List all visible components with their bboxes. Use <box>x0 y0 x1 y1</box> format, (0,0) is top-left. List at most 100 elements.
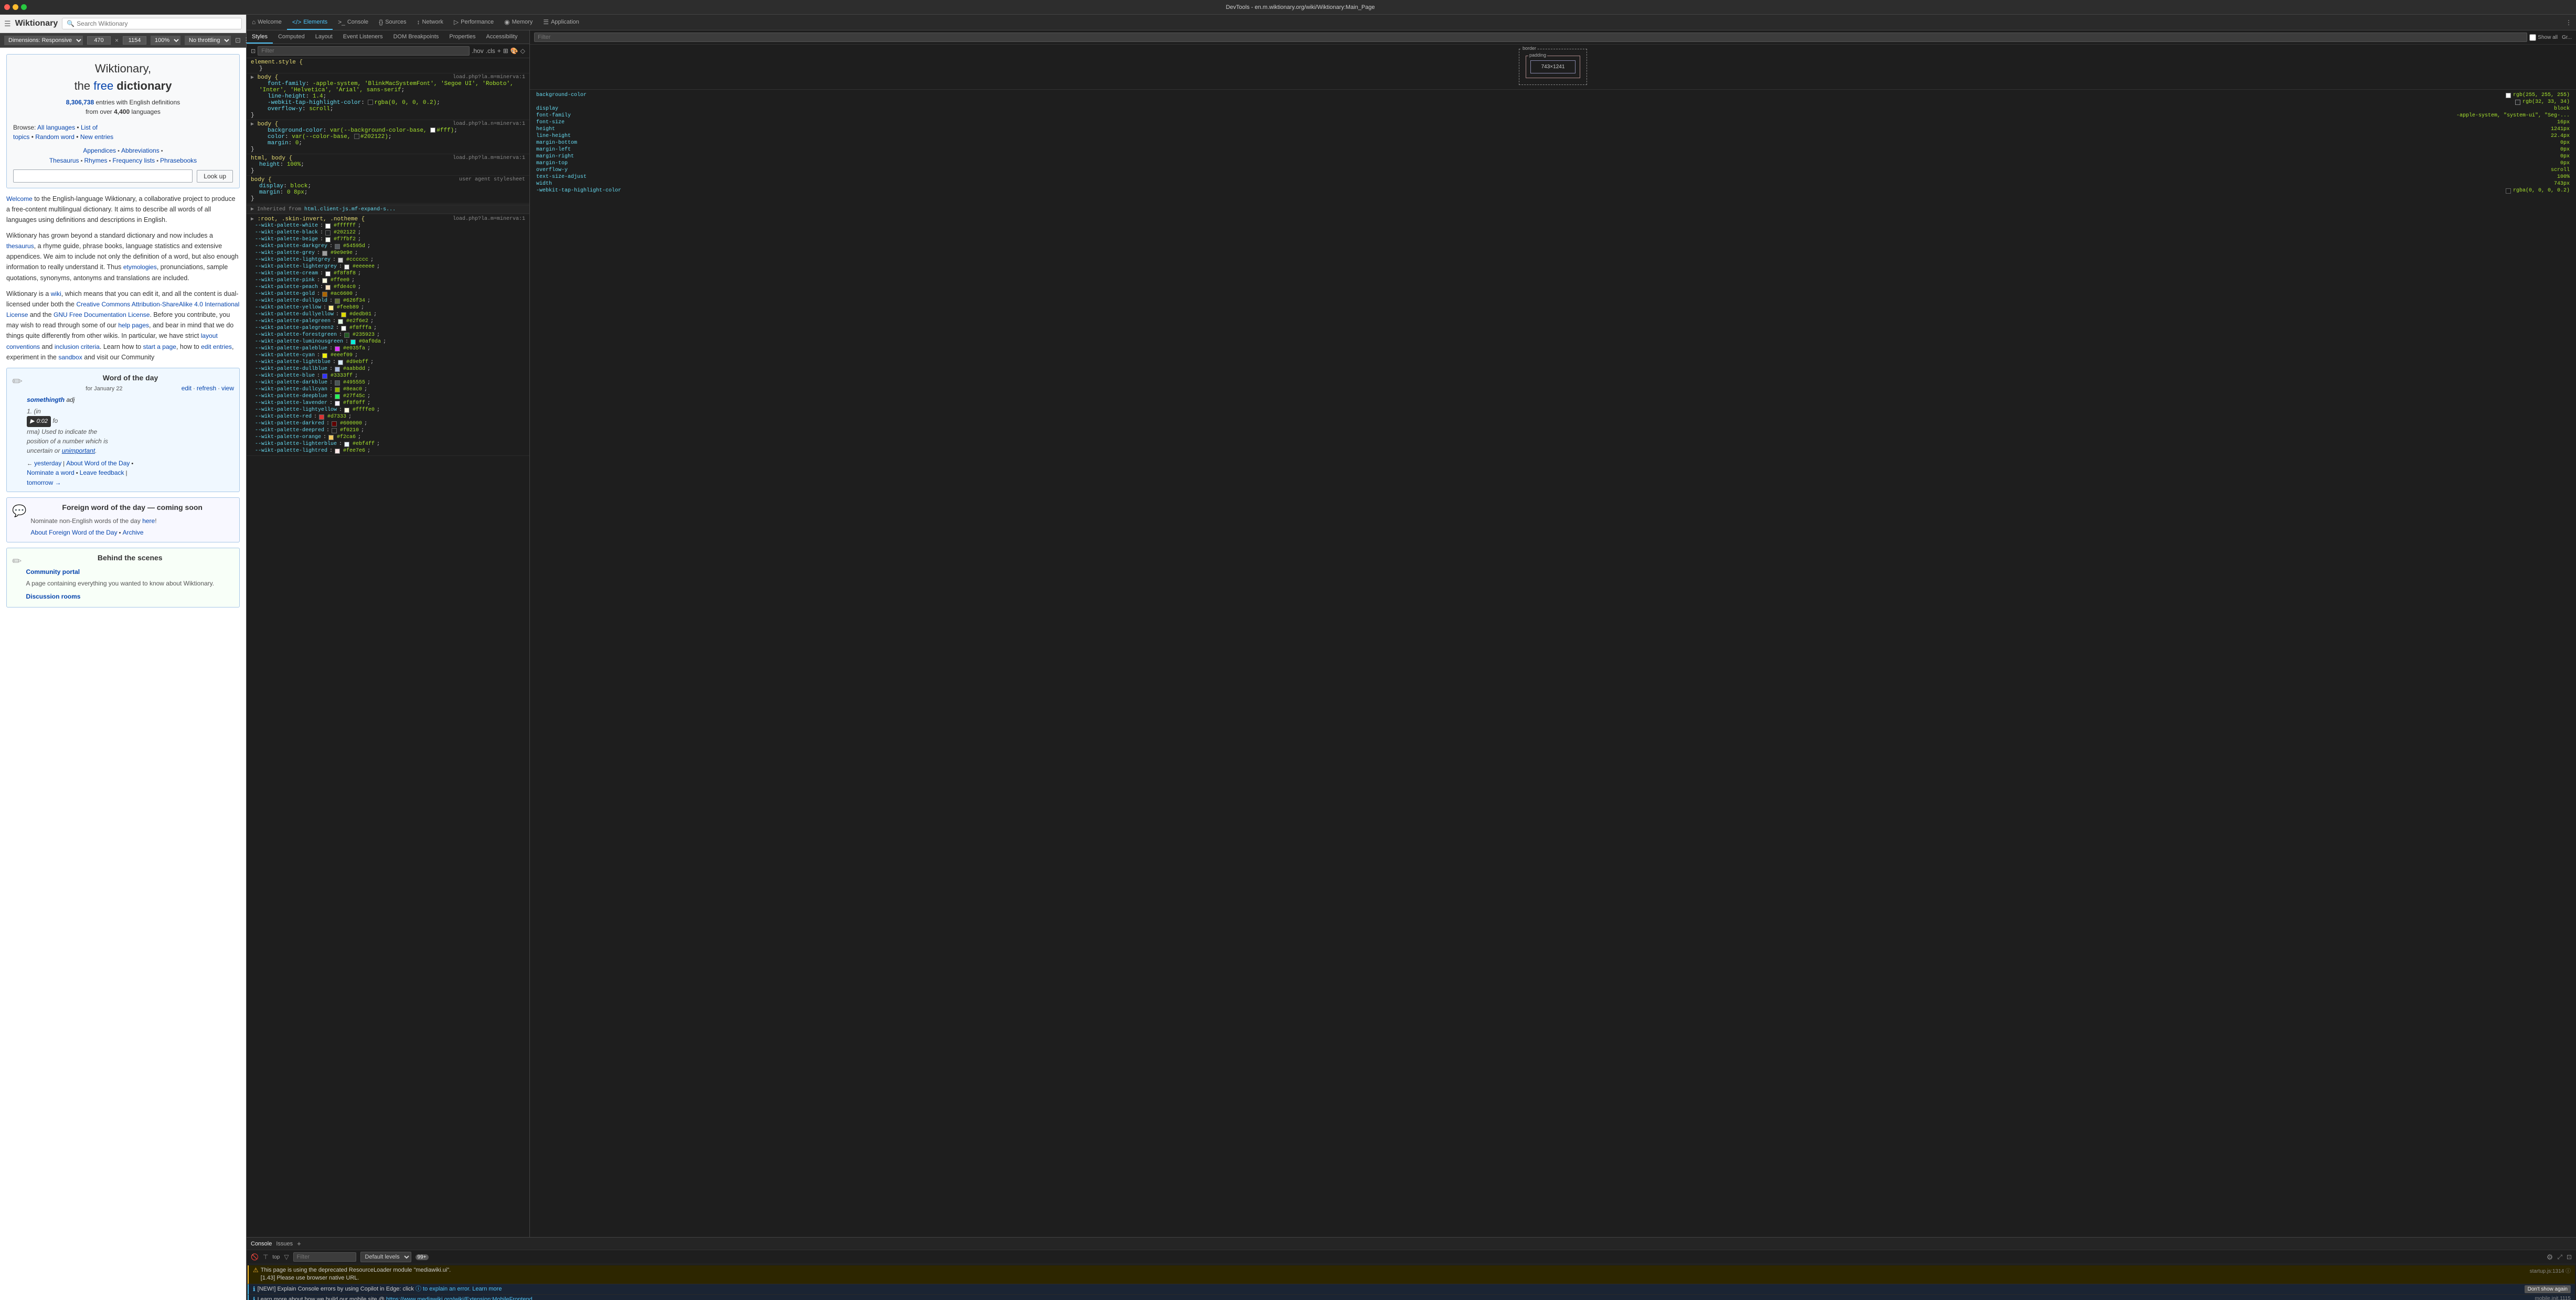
wotd-about-link[interactable]: About Word of the Day <box>66 460 130 467</box>
console-clear-icon[interactable]: 🚫 <box>251 1253 259 1261</box>
appx-rhymes[interactable]: Rhymes <box>84 157 107 164</box>
appx-thesaurus[interactable]: Thesaurus <box>49 157 79 164</box>
swatch-dullblue[interactable] <box>335 367 340 372</box>
browser-search-input[interactable] <box>77 20 237 27</box>
wotd-feedback-link[interactable]: Leave feedback <box>80 469 124 476</box>
edit-entries-link[interactable]: edit entries <box>201 343 232 350</box>
console-expand-icon[interactable]: ⤢ <box>2557 1253 2562 1261</box>
swatch-paleblue[interactable] <box>335 346 340 351</box>
tab-sources[interactable]: {} Sources <box>374 15 411 30</box>
height-input[interactable] <box>123 36 146 45</box>
styles-tab-dom[interactable]: DOM Breakpoints <box>388 30 444 44</box>
wotd-nominate-link[interactable]: Nominate a word <box>27 469 74 476</box>
zoom-dropdown[interactable]: 100% <box>151 36 180 45</box>
wotd-edit-link[interactable]: edit <box>182 385 191 392</box>
console-add-tab[interactable]: + <box>297 1240 301 1248</box>
styles-tab-events[interactable]: Event Listeners <box>338 30 388 44</box>
swatch-dullyellow[interactable] <box>341 312 346 317</box>
swatch-cyan[interactable] <box>322 353 327 358</box>
swatch-cream[interactable] <box>325 271 331 276</box>
swatch-orange[interactable] <box>328 435 334 440</box>
console-level-select[interactable]: Default levels <box>360 1252 411 1262</box>
swatch-yellow[interactable] <box>328 305 334 311</box>
swatch-white[interactable] <box>325 223 331 229</box>
swatch-palegreen[interactable] <box>338 319 343 324</box>
layout-link[interactable]: layout conventions <box>6 332 218 350</box>
palette-icon[interactable]: 🎨 <box>510 47 518 55</box>
tab-memory[interactable]: ◉ Memory <box>499 15 538 30</box>
swatch-black[interactable] <box>325 230 331 236</box>
swatch-dullgold[interactable] <box>335 299 340 304</box>
show-all-check[interactable] <box>2529 34 2536 41</box>
console-tab-console[interactable]: Console <box>251 1241 272 1247</box>
swatch-darkgrey[interactable] <box>335 244 340 249</box>
styles-tab-layout[interactable]: Layout <box>310 30 338 44</box>
swatch-beige[interactable] <box>325 237 331 242</box>
discussion-rooms-link[interactable]: Discussion rooms <box>26 593 80 600</box>
appx-appendices[interactable]: Appendices <box>83 147 116 154</box>
swatch-darkred[interactable] <box>332 421 337 427</box>
swatch-dullcyan[interactable] <box>335 387 340 392</box>
swatch-grey[interactable] <box>322 251 327 256</box>
console-top-icon[interactable]: ⊤ <box>263 1253 268 1261</box>
expand-arrow-1[interactable]: ▶ <box>251 75 254 81</box>
color-swatch[interactable] <box>354 134 359 139</box>
responsive-dropdown[interactable]: Dimensions: Responsive <box>4 36 83 45</box>
close-button[interactable] <box>4 4 10 10</box>
browse-random[interactable]: Random word <box>35 133 74 141</box>
inherited-expand[interactable]: ▶ <box>251 207 254 212</box>
tab-welcome[interactable]: ⌂ Welcome <box>247 15 287 30</box>
browse-all-languages[interactable]: All languages <box>37 124 75 131</box>
mobile-frontend-link[interactable]: https://www.mediawiki.org/wiki/Extension… <box>386 1296 533 1300</box>
wikt-lookup-button[interactable]: Look up <box>197 170 233 183</box>
tab-console[interactable]: >_ Console <box>333 15 374 30</box>
console-tab-issues[interactable]: Issues <box>276 1241 293 1247</box>
console-filter-icon[interactable]: ▽ <box>284 1253 289 1261</box>
swatch-peach[interactable] <box>325 285 331 290</box>
community-portal-link[interactable]: Community portal <box>26 568 80 576</box>
swatch-darkblue[interactable] <box>335 380 340 386</box>
expand-arrow-2[interactable]: ▶ <box>251 122 254 127</box>
fwotd-here-link[interactable]: here <box>142 517 155 525</box>
wikt-free-link[interactable]: free <box>93 79 113 92</box>
hover-icon[interactable]: .hov <box>472 47 484 55</box>
swatch-lightergrey[interactable] <box>344 264 349 270</box>
styles-tab-computed[interactable]: Computed <box>273 30 310 44</box>
layout-grid-icon[interactable]: ⊞ <box>503 47 508 55</box>
help-link[interactable]: help pages <box>118 322 149 329</box>
swatch-blue[interactable] <box>322 374 327 379</box>
inclusion-link[interactable]: inclusion criteria <box>55 343 100 350</box>
wotd-tomorrow-link[interactable]: tomorrow → <box>27 479 61 486</box>
swatch-palegreen2[interactable] <box>341 326 346 331</box>
swatch-lighterblue[interactable] <box>344 442 349 447</box>
wotd-view-link[interactable]: view <box>221 385 234 392</box>
tab-elements[interactable]: </> Elements <box>287 15 333 30</box>
console-filter-input[interactable] <box>293 1252 356 1262</box>
bg-swatch[interactable] <box>430 127 435 133</box>
browse-new-entries[interactable]: New entries <box>80 133 113 141</box>
cls-icon[interactable]: .cls <box>486 47 495 55</box>
plus-icon[interactable]: + <box>497 47 501 55</box>
show-all-checkbox[interactable]: Show all <box>2529 34 2558 41</box>
wikt-search-input[interactable] <box>13 169 193 183</box>
console-gear-icon[interactable]: ⚙ <box>2547 1253 2553 1262</box>
styles-tab-props[interactable]: Properties <box>444 30 481 44</box>
responsive-icon-1[interactable]: ⊡ <box>235 36 241 45</box>
swatch-lavender[interactable] <box>335 401 340 406</box>
shadow-icon[interactable]: ◇ <box>520 47 525 55</box>
swatch-luminousgreen[interactable] <box>350 339 356 345</box>
wotd-unimportant[interactable]: unimportant <box>62 447 95 454</box>
minimize-button[interactable] <box>13 4 18 10</box>
tab-network[interactable]: ↕ Network <box>412 15 449 30</box>
browser-search-bar[interactable]: 🔍 <box>62 18 242 29</box>
wotd-audio[interactable]: ▶ 0:02 <box>27 416 51 427</box>
maximize-button[interactable] <box>21 4 27 10</box>
start-page-link[interactable]: start a page <box>143 343 176 350</box>
copilot-explain-link[interactable]: ⓘ to explain an error. <box>416 1286 471 1292</box>
swatch-deepblue[interactable] <box>335 394 340 399</box>
swatch-lightgrey[interactable] <box>338 258 343 263</box>
width-input[interactable] <box>87 36 111 45</box>
swatch-pink[interactable] <box>322 278 327 283</box>
wotd-yesterday-link[interactable]: yesterday <box>34 460 61 467</box>
appx-freq[interactable]: Frequency lists <box>112 157 155 164</box>
